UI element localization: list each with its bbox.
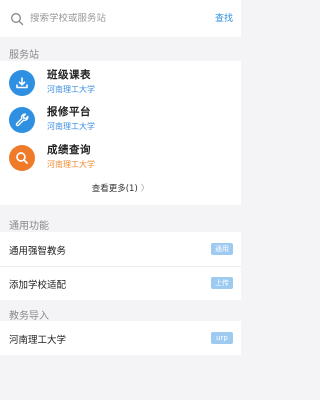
search-input[interactable] [30, 13, 180, 24]
service-item-repair-platform[interactable]: 报修平台 河南理工大学 [0, 101, 241, 141]
service-item-name: 报修平台 [47, 106, 91, 118]
search-icon [11, 12, 24, 25]
general-functions-card: 通用强智教务 通用 添加学校适配 上传 [0, 232, 241, 300]
row-badge: 通用 [211, 243, 233, 255]
row-general-academic[interactable]: 通用强智教务 通用 [0, 232, 241, 266]
section-title-service-station: 服务站 [9, 50, 39, 61]
row-import-school[interactable]: 河南理工大学 urp [0, 321, 241, 355]
search-button[interactable]: 查找 [215, 11, 233, 24]
service-item-name: 成绩查询 [47, 144, 91, 156]
service-item-school: 河南理工大学 [47, 122, 95, 131]
service-item-grade-query[interactable]: 成绩查询 河南理工大学 [0, 139, 241, 179]
row-badge: 上传 [211, 277, 233, 289]
search-box[interactable] [7, 8, 191, 29]
row-label: 添加学校适配 [9, 280, 67, 291]
service-item-school: 河南理工大学 [47, 85, 95, 94]
search-bar: 查找 [0, 0, 241, 37]
row-badge: urp [211, 332, 233, 344]
import-card: 河南理工大学 urp [0, 321, 241, 355]
section-title-import: 教务导入 [9, 311, 49, 322]
service-item-school: 河南理工大学 [47, 160, 95, 169]
service-item-name: 班级课表 [47, 69, 91, 81]
row-add-school-adaptation[interactable]: 添加学校适配 上传 [0, 266, 241, 300]
chevron-right-icon: 〉 [140, 184, 150, 194]
download-icon [9, 70, 35, 96]
row-label: 河南理工大学 [9, 335, 67, 346]
service-station-card: 班级课表 河南理工大学 报修平台 河南理工大学 成绩查询 河南理工大学 查看更多… [0, 61, 241, 205]
wrench-icon [9, 107, 35, 133]
service-item-class-schedule[interactable]: 班级课表 河南理工大学 [0, 64, 241, 104]
search-icon [9, 145, 35, 171]
section-title-general: 通用功能 [9, 221, 49, 232]
view-more-label: 查看更多(1) [91, 184, 138, 194]
row-label: 通用强智教务 [9, 246, 67, 257]
view-more-link[interactable]: 查看更多(1) 〉 [0, 182, 241, 194]
